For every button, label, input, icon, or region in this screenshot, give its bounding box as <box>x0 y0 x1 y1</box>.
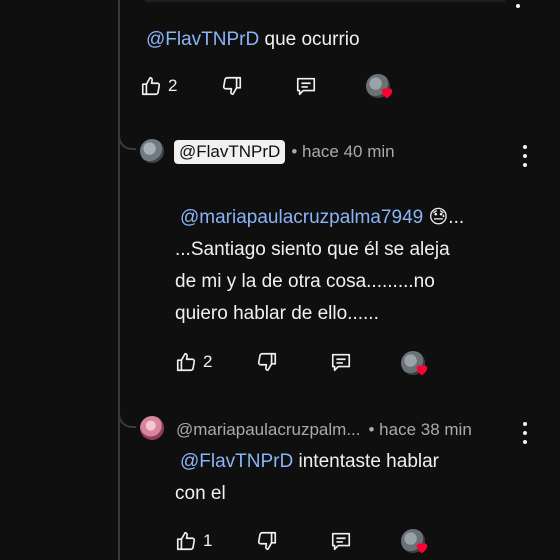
dislike-button[interactable] <box>221 75 243 97</box>
comment-header: @FlavTNPrD • hace 40 min <box>174 140 395 164</box>
reply-icon <box>295 75 317 97</box>
creator-heart <box>401 351 431 377</box>
more-vert-icon[interactable] <box>515 0 521 14</box>
like-button[interactable]: 2 <box>140 75 177 97</box>
reply-button[interactable] <box>330 530 352 552</box>
comment-header: @mariapaulacruzpalm... • hace 38 min <box>176 420 472 440</box>
dislike-button[interactable] <box>256 530 278 552</box>
reply-icon <box>330 351 352 373</box>
mention-link[interactable]: @mariapaulacruzpalma7949 <box>180 207 423 228</box>
more-vert-icon[interactable] <box>522 422 528 444</box>
like-count: 1 <box>203 531 213 550</box>
dislike-icon <box>256 530 278 552</box>
like-icon <box>140 75 162 97</box>
comment-line: quiero hablar de ello...... <box>175 303 379 324</box>
comment-text: @FlavTNPrD que ocurrio <box>146 24 360 56</box>
comment-line: con el <box>175 483 226 504</box>
dislike-icon <box>256 351 278 373</box>
dislike-button[interactable] <box>256 351 278 373</box>
reply-icon <box>330 530 352 552</box>
like-button[interactable]: 2 <box>175 351 212 373</box>
author-name[interactable]: @mariapaulacruzpalm... <box>176 420 361 440</box>
comment-text: @mariapaulacruzpalma7949 😓... <box>180 202 464 234</box>
comment-body: ...Santiago siento que él se aleja de mi… <box>175 234 450 330</box>
comment-body: que ocurrio <box>264 29 360 50</box>
comment-body: intentaste hablar <box>293 451 440 472</box>
like-icon <box>175 351 197 373</box>
truncation: ... <box>448 207 465 228</box>
dislike-icon <box>221 75 243 97</box>
avatar <box>140 416 164 440</box>
creator-heart <box>366 74 396 100</box>
mention-link[interactable]: @FlavTNPrD <box>180 451 293 472</box>
creator-heart-icon <box>381 88 393 99</box>
previous-comment-fragment <box>145 0 505 10</box>
author-chip[interactable]: @FlavTNPrD <box>174 140 286 164</box>
avatar <box>140 139 164 163</box>
like-icon <box>175 530 197 552</box>
mention-link[interactable]: @FlavTNPrD <box>146 29 259 50</box>
reply-button[interactable] <box>295 75 317 97</box>
timestamp: • hace 40 min <box>291 142 395 161</box>
emoji: 😓 <box>428 207 449 228</box>
creator-heart <box>401 529 431 555</box>
comment-line: ...Santiago siento que él se aleja <box>175 239 450 260</box>
timestamp: • hace 38 min <box>368 420 472 439</box>
like-count: 2 <box>168 76 178 95</box>
like-count: 2 <box>203 352 213 371</box>
thread-line <box>118 0 120 560</box>
more-vert-icon[interactable] <box>522 145 528 167</box>
like-button[interactable]: 1 <box>175 530 212 552</box>
creator-heart-icon <box>416 543 428 554</box>
reply-connector <box>118 118 136 150</box>
reply-connector <box>118 396 136 428</box>
comment-text: @FlavTNPrD intentaste hablar <box>180 446 439 478</box>
comment-line: de mi y la de otra cosa.........no <box>175 271 435 292</box>
reply-button[interactable] <box>330 351 352 373</box>
creator-heart-icon <box>416 365 428 376</box>
